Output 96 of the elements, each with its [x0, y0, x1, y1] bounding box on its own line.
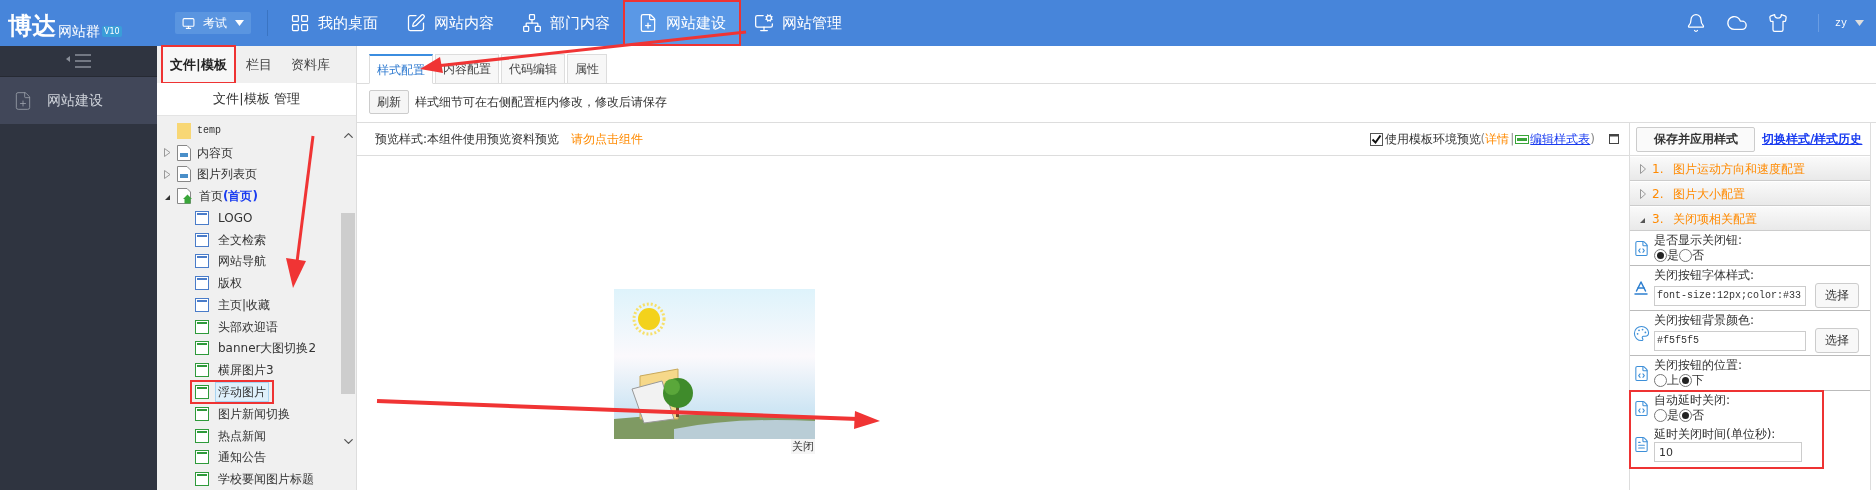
sidebar-item[interactable]: 网站建设 — [0, 77, 157, 124]
page-icon — [177, 144, 191, 161]
paren: ( — [1480, 131, 1486, 148]
nav-tab[interactable]: 网站内容 — [392, 1, 508, 45]
radio-button[interactable] — [1654, 409, 1667, 422]
field-label: 关闭按钮的位置: — [1654, 358, 1743, 373]
option-label: 否 — [1692, 248, 1704, 263]
option-label: 下 — [1692, 373, 1704, 388]
panel-tab[interactable]: 文件|模板 — [162, 46, 235, 83]
tree-item[interactable]: 图片列表页 — [197, 165, 257, 184]
user-menu[interactable]: zy — [1835, 15, 1864, 31]
close-label[interactable]: 关闭 — [791, 439, 815, 454]
paren: ) — [1590, 131, 1595, 148]
style-input[interactable]: #f5f5f5 — [1654, 330, 1806, 351]
logo: 博达 — [8, 14, 56, 38]
tree-item[interactable]: 头部欢迎语 — [215, 316, 281, 337]
tree-item[interactable]: 版权 — [215, 273, 245, 294]
stylesheet-icon — [1515, 134, 1530, 144]
tree-item[interactable]: 网站导航 — [215, 251, 269, 272]
maximize-icon[interactable] — [1609, 134, 1619, 144]
checkbox[interactable] — [1369, 132, 1383, 146]
separator: | — [1510, 131, 1515, 148]
hint-text: 样式细节可在右侧配置框内修改，修改后请保存 — [415, 94, 667, 111]
field-label: 自动延时关闭: — [1654, 393, 1731, 408]
style-history-link[interactable]: 切换样式/样式历史 — [1762, 130, 1863, 148]
field-label: 延时关闭时间(单位秒): — [1654, 427, 1777, 442]
palette-icon — [1632, 324, 1650, 342]
nav-tab[interactable]: 网站管理 — [740, 1, 856, 45]
radio-button[interactable] — [1679, 249, 1692, 262]
option-label: 否 — [1692, 408, 1704, 423]
tree-item[interactable]: 学校要闻图片标题 — [215, 469, 317, 490]
field-label: 关闭按钮背景颜色: — [1654, 313, 1756, 328]
collapse-menu-icon[interactable] — [65, 54, 92, 68]
option-label: 是 — [1667, 248, 1679, 263]
panel-tab[interactable]: 资料库 — [282, 46, 338, 83]
panel-tab[interactable]: 栏目 — [237, 46, 280, 83]
product-name: 网站群 — [58, 24, 100, 38]
tree-item[interactable]: 主页|收藏 — [215, 294, 274, 315]
monitor-icon — [182, 16, 195, 30]
tree-item[interactable]: 热点新闻 — [215, 425, 269, 446]
radio-button[interactable] — [1679, 409, 1692, 422]
grid-icon — [290, 13, 310, 33]
edit-icon — [406, 13, 426, 33]
dropdown-icon — [1855, 20, 1864, 26]
option-label: 上 — [1667, 373, 1679, 388]
tree-item[interactable]: 全文检索 — [215, 229, 269, 250]
editor-tab[interactable]: 属性 — [567, 54, 607, 84]
radio-button[interactable] — [1654, 249, 1667, 262]
file-plus-icon — [638, 13, 658, 33]
preview-label: 预览样式:本组件使用预览资料预览 — [375, 131, 560, 148]
tree-item[interactable]: temp — [197, 123, 221, 139]
code-file-icon — [1632, 399, 1650, 417]
tree-item[interactable]: 内容页 — [197, 143, 233, 162]
code-file-icon — [1632, 239, 1650, 257]
radio-button[interactable] — [1654, 374, 1667, 387]
document-icon — [1632, 436, 1650, 453]
code-file-icon — [1632, 364, 1650, 382]
tree-item[interactable]: 图片新闻切换 — [215, 403, 293, 424]
choose-button[interactable]: 选择 — [1815, 328, 1859, 353]
expand-icon[interactable] — [163, 148, 171, 158]
editor-tab[interactable]: 代码编辑 — [501, 54, 565, 84]
choose-button[interactable]: 选择 — [1815, 283, 1859, 308]
editor-tab[interactable]: 样式配置 — [369, 54, 433, 84]
page-icon — [177, 166, 191, 183]
tree-item[interactable]: 浮动图片 — [215, 382, 269, 402]
warning-text: 请勿点击组件 — [571, 131, 644, 148]
checkbox-label: 使用模板环境预览 — [1384, 131, 1481, 148]
field-label: 是否显示关闭钮: — [1654, 233, 1743, 248]
tree-item[interactable]: banner大图切换2 — [215, 338, 320, 359]
nav-tab[interactable]: 部门内容 — [508, 1, 624, 45]
edit-stylesheet-link[interactable]: 编辑样式表 — [1530, 130, 1591, 148]
tree-item[interactable]: 通知公告 — [215, 447, 269, 468]
option-label: 是 — [1667, 408, 1679, 423]
home-tag: (首页) — [223, 187, 258, 206]
expand-icon[interactable] — [163, 169, 171, 179]
radio-button[interactable] — [1679, 374, 1692, 387]
version-badge: V10 — [102, 26, 122, 37]
panel-title: 文件|模板 管理 — [213, 90, 300, 109]
dropdown-icon — [235, 20, 244, 26]
tree-item[interactable]: LOGO — [215, 207, 256, 228]
monitor-gear-icon — [754, 13, 774, 33]
save-apply-button[interactable]: 保存并应用样式 — [1636, 126, 1755, 152]
home-page-icon — [177, 188, 193, 205]
style-input[interactable]: font-size:12px;color:#33 — [1654, 285, 1806, 306]
nav-tab[interactable]: 我的桌面 — [276, 1, 392, 45]
tree-item[interactable]: 首页 — [199, 187, 223, 206]
refresh-button[interactable]: 刷新 — [369, 90, 409, 114]
hierarchy-icon — [522, 13, 542, 33]
notification-icon[interactable] — [1686, 13, 1706, 33]
file-plus-icon — [13, 90, 33, 111]
tree-item[interactable]: 横屏图片3 — [215, 360, 277, 381]
shirt-icon[interactable] — [1768, 13, 1788, 33]
delay-input[interactable]: 10 — [1654, 442, 1802, 462]
font-icon — [1632, 279, 1650, 297]
folder-icon — [177, 122, 191, 139]
field-label: 关闭按钮字体样式: — [1654, 268, 1756, 283]
